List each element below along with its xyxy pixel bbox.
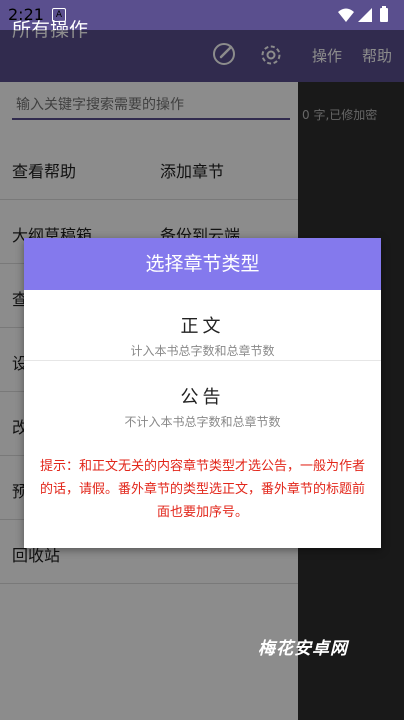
option-announcement-title: 公告 (180, 387, 225, 408)
dialog-title: 选择章节类型 (145, 253, 260, 275)
option-main-text-subtitle: 计入本书总字数和总章节数 (130, 344, 275, 358)
signal-icon (358, 8, 372, 22)
battery-icon (380, 8, 388, 22)
dialog-hint-text: 提示：和正文无关的内容章节类型才选公告，一般为作者的话，请假。番外章节的类型选正… (40, 459, 366, 520)
option-main-text-title: 正文 (180, 316, 225, 337)
watermark: 梅花安卓网 (258, 639, 348, 659)
wifi-icon (338, 8, 354, 22)
option-main-text[interactable]: 正文 计入本书总字数和总章节数 (24, 290, 381, 360)
option-announcement-subtitle: 不计入本书总字数和总章节数 (124, 415, 281, 429)
option-announcement[interactable]: 公告 不计入本书总字数和总章节数 (24, 361, 381, 431)
system-status-icons (338, 6, 388, 22)
